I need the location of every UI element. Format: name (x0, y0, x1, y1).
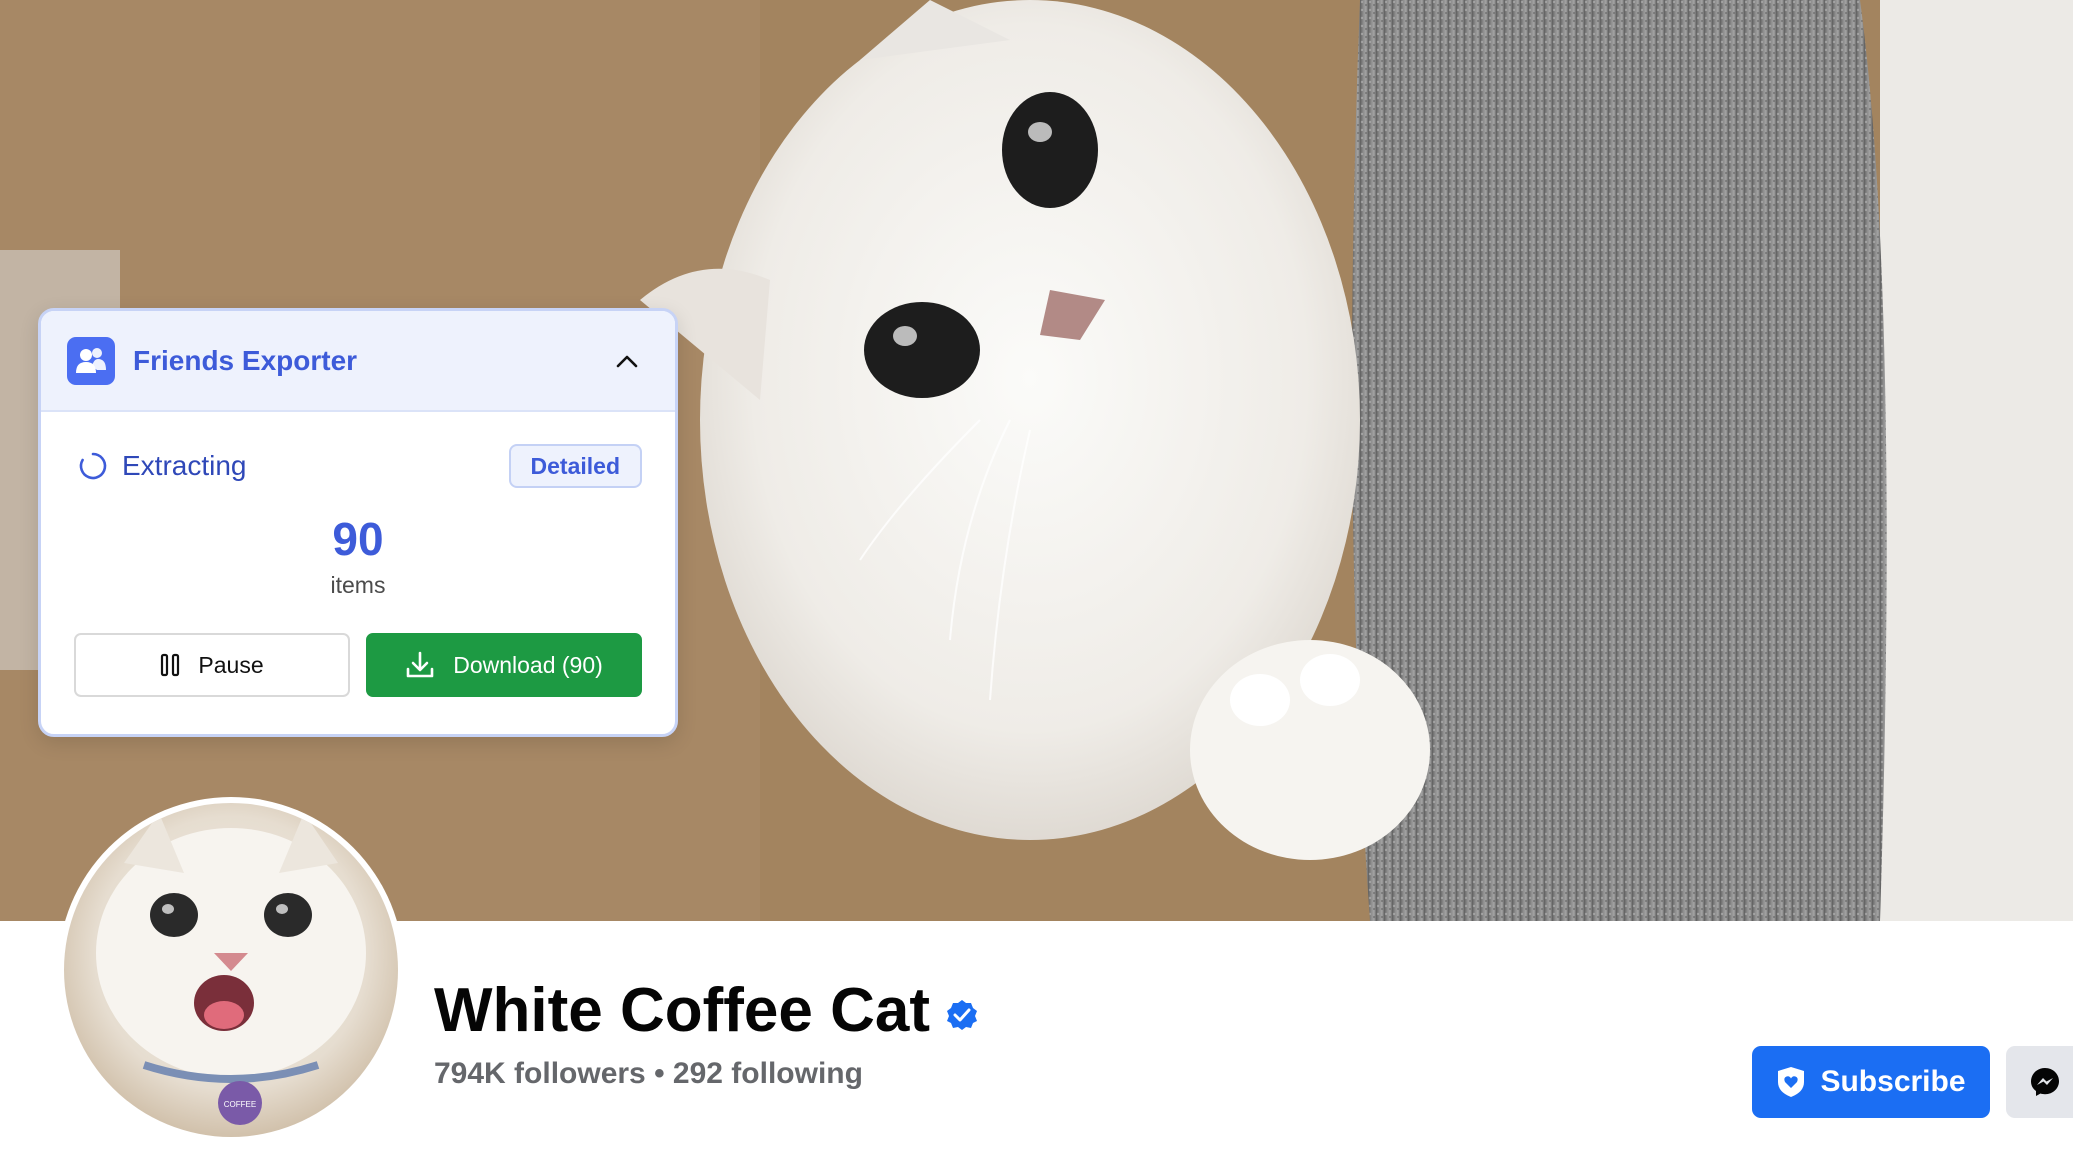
pause-icon (161, 653, 180, 677)
users-icon (67, 336, 115, 385)
coffee-tag: COFFEE (218, 1081, 262, 1125)
shield-heart-icon (1778, 1067, 1805, 1097)
verified-badge-icon (947, 999, 977, 1030)
page-title: White Coffee Cat (434, 975, 978, 1046)
pause-button[interactable]: Pause (74, 633, 350, 697)
avatar-cat-image: COFFEE (96, 813, 366, 1125)
mode-badge[interactable]: Detailed (508, 444, 642, 488)
spinner-icon (79, 452, 107, 480)
download-label: Download (90) (453, 651, 603, 678)
friends-exporter-panel: Friends Exporter Extracting Detailed 90 … (38, 308, 678, 737)
exporter-title: Friends Exporter (133, 344, 358, 376)
download-icon (406, 651, 434, 678)
pause-label: Pause (198, 651, 264, 678)
collapse-button[interactable] (605, 339, 649, 383)
items-count: 90 (332, 513, 384, 565)
exporter-header[interactable]: Friends Exporter (41, 311, 675, 412)
messenger-icon (2031, 1068, 2059, 1096)
subscribe-label: Subscribe (1820, 1065, 1966, 1098)
avatar-tag-text: COFFEE (224, 1100, 256, 1109)
profile-avatar[interactable]: COFFEE (58, 797, 404, 1143)
subscribe-button[interactable]: Subscribe (1752, 1046, 1990, 1118)
items-count-label: items (330, 572, 386, 598)
status-label: Extracting (122, 450, 247, 481)
avatar: COFFEE (64, 803, 398, 1137)
download-button[interactable]: Download (90) (366, 633, 642, 697)
extraction-status: Extracting Detailed (74, 444, 642, 488)
message-button[interactable] (2006, 1046, 2073, 1118)
chevron-up-icon (616, 355, 638, 367)
follower-stats[interactable]: 794K followers • 292 following (434, 1057, 863, 1091)
profile-name-text: White Coffee Cat (434, 976, 930, 1045)
